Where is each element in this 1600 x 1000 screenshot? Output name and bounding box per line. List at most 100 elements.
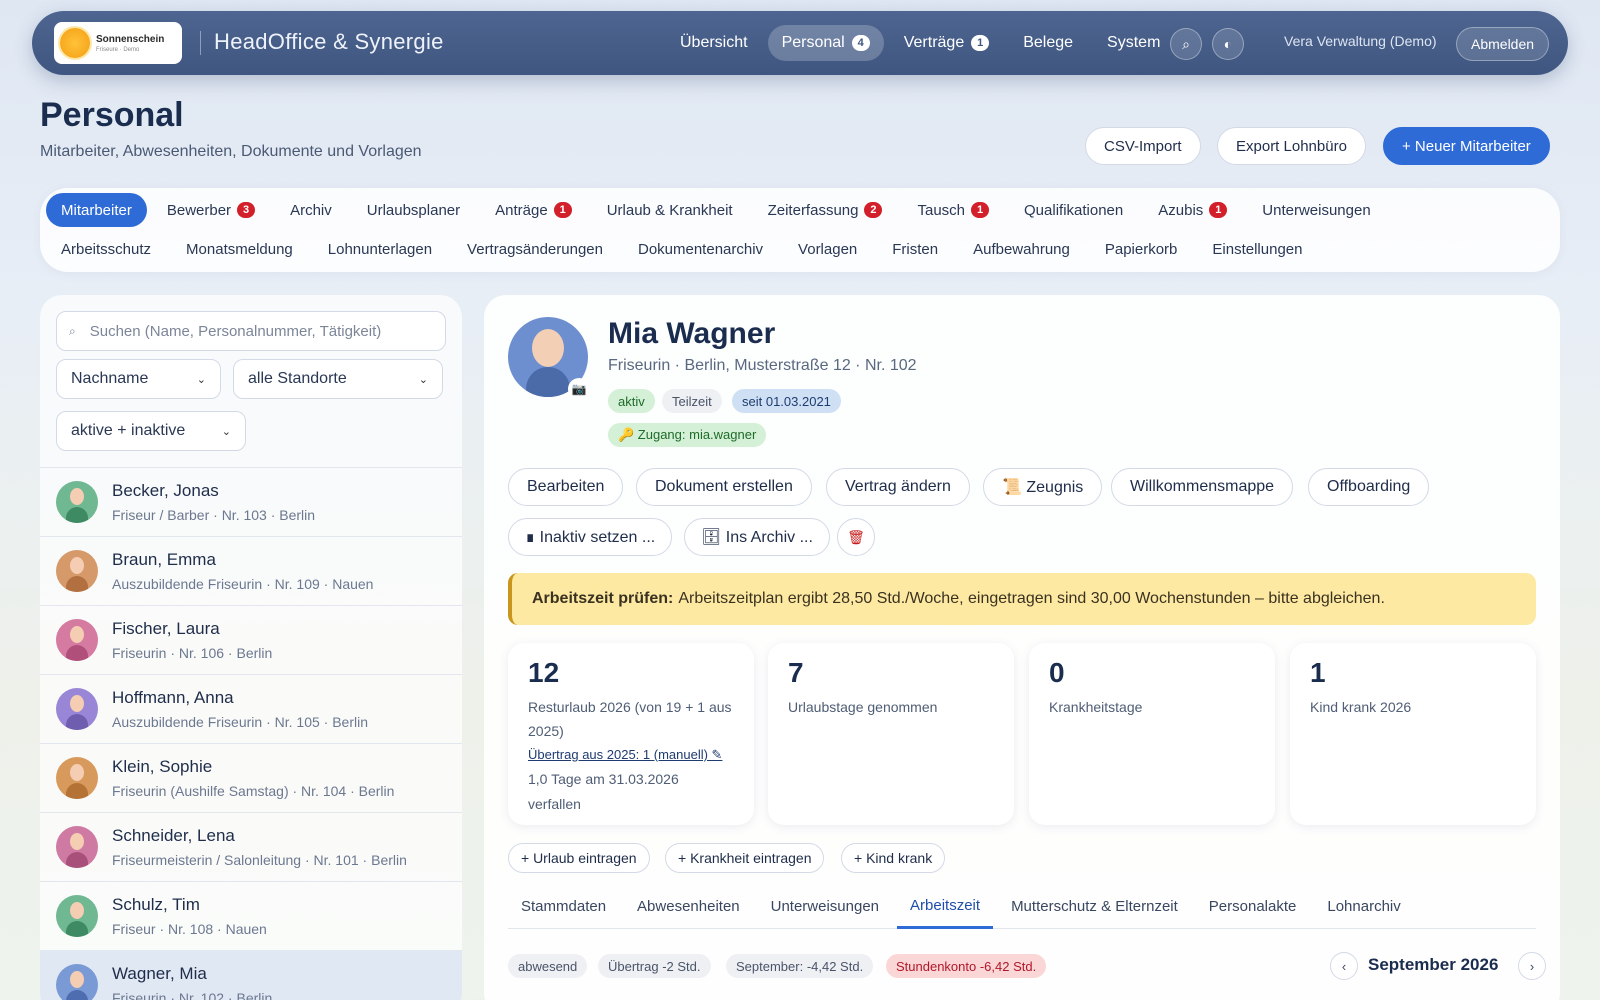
- certificate-button[interactable]: 📜 Zeugnis: [983, 468, 1103, 506]
- status-select[interactable]: aktive + inaktive ⌄: [56, 411, 246, 451]
- tab-retention[interactable]: Aufbewahrung: [958, 232, 1085, 266]
- employee-list-name: Becker, Jonas: [112, 481, 219, 500]
- list-item[interactable]: Wagner, Mia Friseurin · Nr. 102 · Berlin: [40, 950, 462, 1000]
- tab-time-tracking[interactable]: Zeiterfassung 2: [753, 193, 898, 227]
- tab-employees[interactable]: Mitarbeiter: [46, 193, 147, 227]
- tab-label: Unterweisungen: [1262, 201, 1371, 219]
- subtab-absences[interactable]: Abwesenheiten: [624, 885, 753, 929]
- add-child-sick-button[interactable]: + Kind krank: [841, 843, 946, 873]
- theme-toggle-icon[interactable]: ◐: [1212, 28, 1244, 60]
- camera-icon[interactable]: 📷: [568, 378, 590, 400]
- nav-receipts[interactable]: Belege: [1009, 25, 1087, 61]
- employee-list-meta: Auszubildende Friseurin · Nr. 109 · Naue…: [112, 576, 374, 592]
- tab-trash[interactable]: Papierkorb: [1090, 232, 1193, 266]
- list-item[interactable]: Hoffmann, Anna Auszubildende Friseurin · …: [40, 674, 462, 743]
- set-inactive-button[interactable]: ∎ Inaktiv setzen ...: [508, 518, 673, 556]
- tab-label: Mitarbeiter: [61, 201, 132, 219]
- delete-icon[interactable]: 🗑: [837, 518, 875, 556]
- stat-child-sick: 1 Kind krank 2026: [1290, 643, 1536, 825]
- list-item[interactable]: Fischer, Laura Friseurin · Nr. 106 · Berl…: [40, 605, 462, 674]
- tab-payroll-documents[interactable]: Lohnunterlagen: [313, 232, 447, 266]
- stat-value: 0: [1049, 657, 1065, 688]
- app-title: HeadOffice & Synergie: [214, 29, 444, 54]
- prev-month-button[interactable]: ‹: [1330, 952, 1358, 980]
- nav-system[interactable]: System: [1093, 25, 1174, 61]
- top-bar: Sonnenschein Friseure · Demo HeadOffice …: [32, 11, 1568, 75]
- tab-archive[interactable]: Archiv: [275, 193, 347, 227]
- location-value: alle Standorte: [248, 370, 347, 387]
- nav-personal-badge: 4: [851, 35, 870, 51]
- avatar: [56, 688, 98, 730]
- subtab-master-data[interactable]: Stammdaten: [508, 885, 619, 929]
- nav-personal[interactable]: Personal 4: [767, 25, 884, 61]
- tab-instructions[interactable]: Unterweisungen: [1247, 193, 1385, 227]
- next-month-button[interactable]: ›: [1518, 952, 1546, 980]
- add-sickness-button[interactable]: + Krankheit eintragen: [665, 843, 825, 873]
- tab-applicants[interactable]: Bewerber 3: [152, 193, 270, 227]
- list-item[interactable]: Schulz, Tim Friseur · Nr. 108 · Nauen: [40, 881, 462, 950]
- nav-contracts[interactable]: Verträge 1: [890, 25, 1003, 61]
- nav-system-label: System: [1107, 34, 1161, 51]
- new-employee-button[interactable]: + Neuer Mitarbeiter: [1383, 127, 1550, 165]
- logout-button[interactable]: Abmelden: [1456, 27, 1550, 61]
- stat-label: Urlaubstage genommen: [788, 699, 938, 715]
- export-payroll-button[interactable]: Export Lohnbüro: [1217, 127, 1366, 165]
- status-badge-active: aktiv: [608, 389, 655, 413]
- tab-label: Anträge: [495, 201, 548, 219]
- tab-requests[interactable]: Anträge 1: [480, 193, 587, 227]
- list-item[interactable]: Becker, Jonas Friseur / Barber · Nr. 103 …: [40, 467, 462, 536]
- tab-badge: 1: [1209, 202, 1228, 218]
- create-document-button[interactable]: Dokument erstellen: [636, 468, 812, 506]
- employee-list-name: Hoffmann, Anna: [112, 688, 234, 707]
- tab-badge: 1: [971, 202, 990, 218]
- subtab-working-time[interactable]: Arbeitszeit: [897, 885, 994, 929]
- change-contract-button[interactable]: Vertrag ändern: [826, 468, 970, 506]
- avatar: [56, 619, 98, 661]
- list-item[interactable]: Braun, Emma Auszubildende Friseurin · Nr.…: [40, 536, 462, 605]
- location-select[interactable]: alle Standorte ⌄: [233, 359, 443, 399]
- archive-button[interactable]: 🗄 Ins Archiv ...: [684, 518, 830, 556]
- welcome-kit-button[interactable]: Willkommensmappe: [1111, 468, 1294, 506]
- add-vacation-button[interactable]: + Urlaub eintragen: [508, 843, 650, 873]
- search-icon[interactable]: ⌕: [1170, 28, 1202, 60]
- access-badge: 🔑 Zugang: mia.wagner: [608, 423, 767, 447]
- nav-overview[interactable]: Übersicht: [666, 25, 762, 61]
- subtab-personnel-file[interactable]: Personalakte: [1196, 885, 1310, 929]
- chevron-down-icon: ⌄: [196, 373, 206, 386]
- stat-value: 7: [788, 657, 804, 688]
- tab-monthly-report[interactable]: Monatsmeldung: [171, 232, 308, 266]
- tab-occupational-safety[interactable]: Arbeitsschutz: [46, 232, 166, 266]
- avatar: [56, 826, 98, 868]
- chip-month-balance: September: -4,42 Std.: [726, 954, 874, 978]
- carryover-link[interactable]: Übertrag aus 2025: 1 (manuell) ✎: [528, 743, 734, 767]
- tab-apprentices[interactable]: Azubis 1: [1143, 193, 1242, 227]
- tab-document-archive[interactable]: Dokumentenarchiv: [623, 232, 778, 266]
- employee-info: Friseurin · Berlin, Musterstraße 12 · Nr…: [608, 357, 917, 374]
- sort-select[interactable]: Nachname ⌄: [56, 359, 221, 399]
- csv-import-button[interactable]: CSV-Import: [1085, 127, 1201, 165]
- company-logo[interactable]: Sonnenschein Friseure · Demo: [54, 22, 182, 64]
- stat-vacation-taken: 7 Urlaubstage genommen: [768, 643, 1014, 825]
- edit-button[interactable]: Bearbeiten: [508, 468, 624, 506]
- tab-settings[interactable]: Einstellungen: [1197, 232, 1317, 266]
- list-item[interactable]: Klein, Sophie Friseurin (Aushilfe Samstag…: [40, 743, 462, 812]
- offboarding-button[interactable]: Offboarding: [1308, 468, 1430, 506]
- tab-templates[interactable]: Vorlagen: [783, 232, 872, 266]
- tab-vacation-sickness[interactable]: Urlaub & Krankheit: [592, 193, 748, 227]
- tab-vacation-planner[interactable]: Urlaubsplaner: [352, 193, 475, 227]
- employee-search-input[interactable]: ⌕ Suchen (Name, Personalnummer, Tätigkei…: [56, 311, 446, 351]
- employee-list-meta: Friseur · Nr. 108 · Nauen: [112, 921, 267, 937]
- subtab-instructions[interactable]: Unterweisungen: [758, 885, 892, 929]
- subtab-maternity-parental[interactable]: Mutterschutz & Elternzeit: [998, 885, 1191, 929]
- subtab-payroll-archive[interactable]: Lohnarchiv: [1314, 885, 1413, 929]
- working-time-alert: Arbeitszeit prüfen: Arbeitszeitplan ergi…: [508, 573, 1536, 625]
- logo-name: Sonnenschein: [96, 33, 165, 45]
- tab-qualifications[interactable]: Qualifikationen: [1009, 193, 1138, 227]
- tab-swap[interactable]: Tausch 1: [902, 193, 1004, 227]
- tab-deadlines[interactable]: Fristen: [877, 232, 953, 266]
- avatar: [56, 481, 98, 523]
- chip-absent: abwesend: [508, 954, 588, 978]
- list-item[interactable]: Schneider, Lena Friseurmeisterin / Salonl…: [40, 812, 462, 881]
- employee-name: Mia Wagner: [608, 317, 776, 350]
- tab-contract-changes[interactable]: Vertragsänderungen: [452, 232, 618, 266]
